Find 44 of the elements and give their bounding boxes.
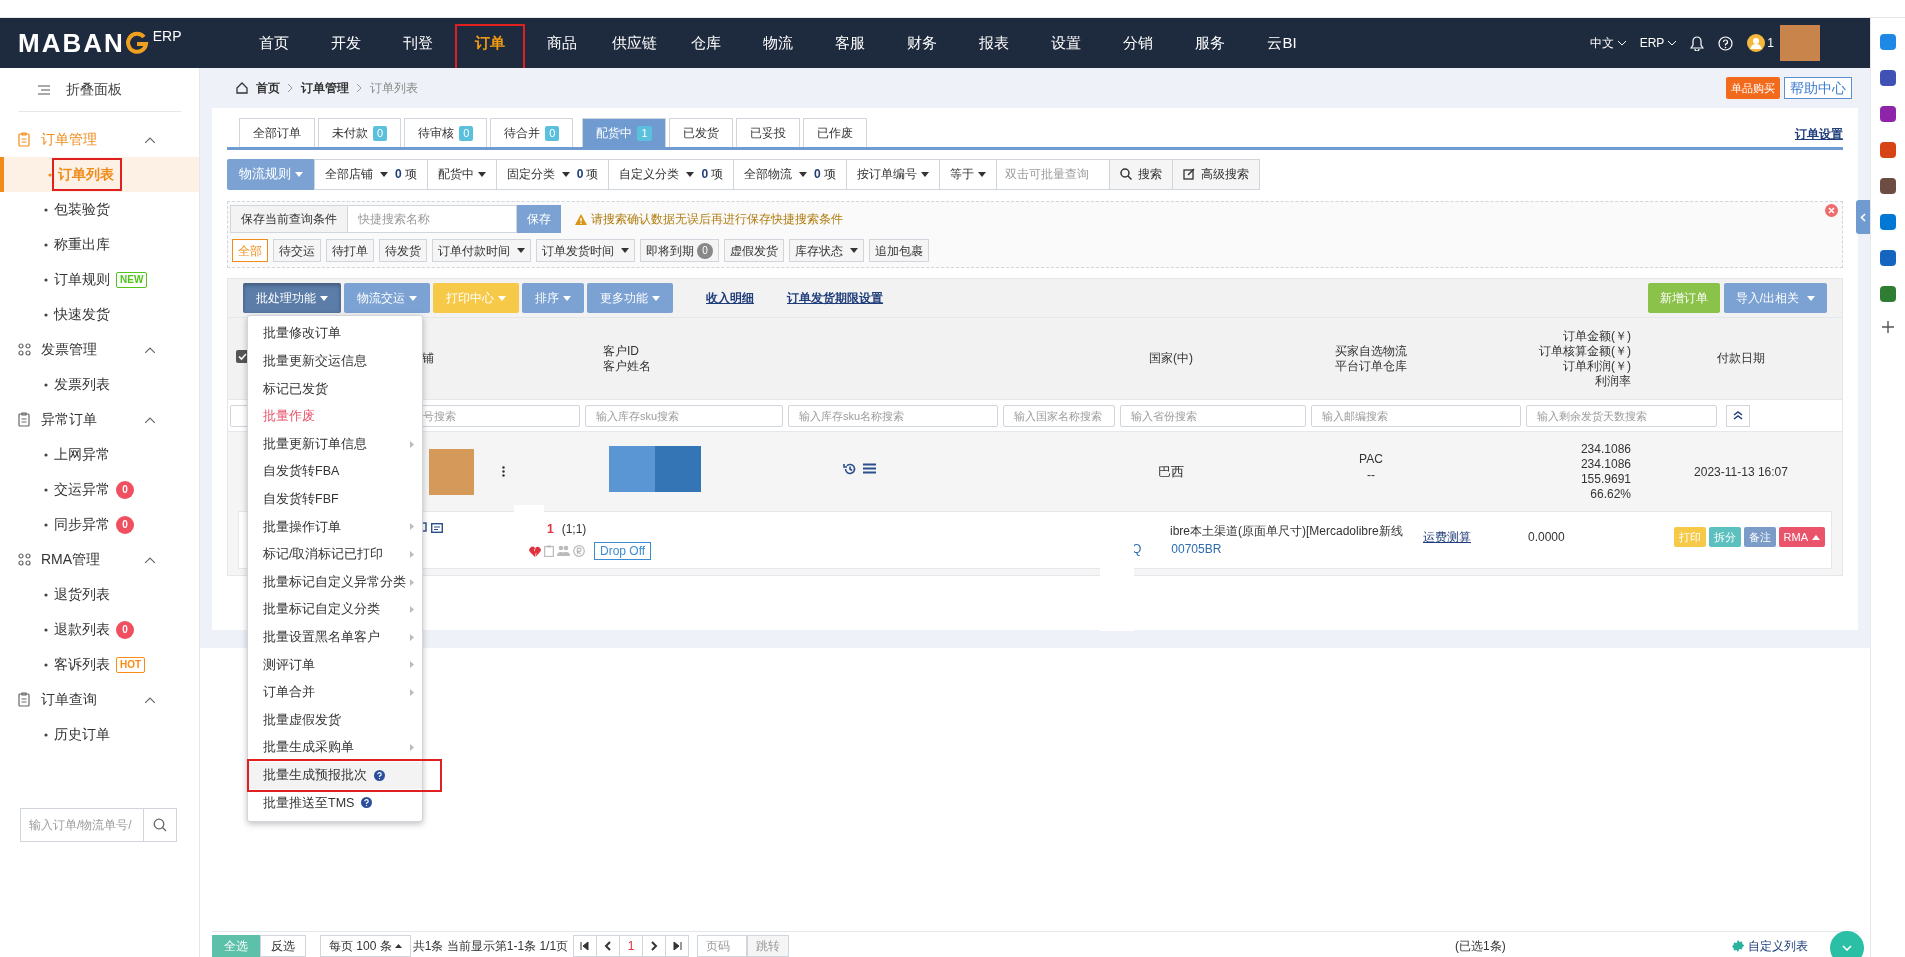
count-value: 0	[701, 166, 709, 183]
table-cell-text: 234.1086	[1579, 441, 1631, 457]
unit-label: 项	[404, 166, 417, 183]
table-cell-text: 66.62%	[1589, 486, 1631, 502]
count-badge: 0	[459, 125, 474, 141]
logo-suffix: ERP	[152, 28, 182, 44]
count-badge: 1	[637, 125, 652, 141]
tag-badge: HOT	[116, 656, 146, 673]
warning-text: 请搜索确认数据无误后再进行保存快捷搜索条件	[591, 211, 843, 228]
column-header: 铺	[422, 351, 434, 366]
table-cell-text: PAC	[1358, 450, 1384, 467]
unit-label: 项	[586, 166, 599, 183]
shipping-channel-text: ibre本土渠道(原面单尺寸)[Mercadolibre新线	[1170, 523, 1403, 540]
column-header: 客户ID 客户姓名	[603, 343, 651, 374]
table-cell-text: --	[1366, 466, 1376, 483]
table-cell: 2023-11-13 16:07	[1694, 464, 1788, 479]
field-label: 保存当前查询条件	[230, 205, 348, 233]
column-header: 订单金额(￥) 订单核算金额(￥) 订单利润(￥) 利润率	[1539, 328, 1631, 389]
count-badge: 0	[545, 125, 560, 141]
tag-badge: NEW	[116, 271, 148, 288]
quantity-note: (1;1)	[561, 521, 587, 538]
unit-label: 项	[711, 166, 724, 183]
table-cell-text: 155.9691	[1579, 471, 1631, 487]
column-header: 买家自选物流 平台订单仓库	[1335, 343, 1407, 374]
table-cell: 巴西	[1158, 463, 1184, 479]
logo-text: MABAN	[18, 28, 125, 58]
table-cell-text: 234.1086	[1579, 456, 1631, 472]
tracking-number: 00705BR	[1171, 541, 1222, 558]
tag-badge: Drop Off	[594, 542, 652, 560]
unit-label: 项	[823, 166, 836, 183]
count-value: 0	[395, 166, 402, 183]
count-value: 0	[576, 166, 584, 183]
count-value: 0	[814, 166, 821, 183]
quantity-text: 1	[547, 521, 554, 538]
freight-amount: 0.0000	[1528, 529, 1565, 546]
count-badge: 0	[116, 515, 134, 534]
count-badge: 0	[697, 242, 713, 259]
count-badge: 0	[116, 480, 134, 499]
column-header: 国家(中)	[1149, 351, 1193, 366]
pager-summary: 共1条 当前显示第1-1条 1/1页	[412, 938, 569, 955]
column-header: 付款日期	[1717, 351, 1765, 366]
selected-count: (已选1条)	[1455, 938, 1506, 955]
count-badge: 0	[373, 125, 388, 141]
count-badge: 0	[116, 620, 134, 639]
